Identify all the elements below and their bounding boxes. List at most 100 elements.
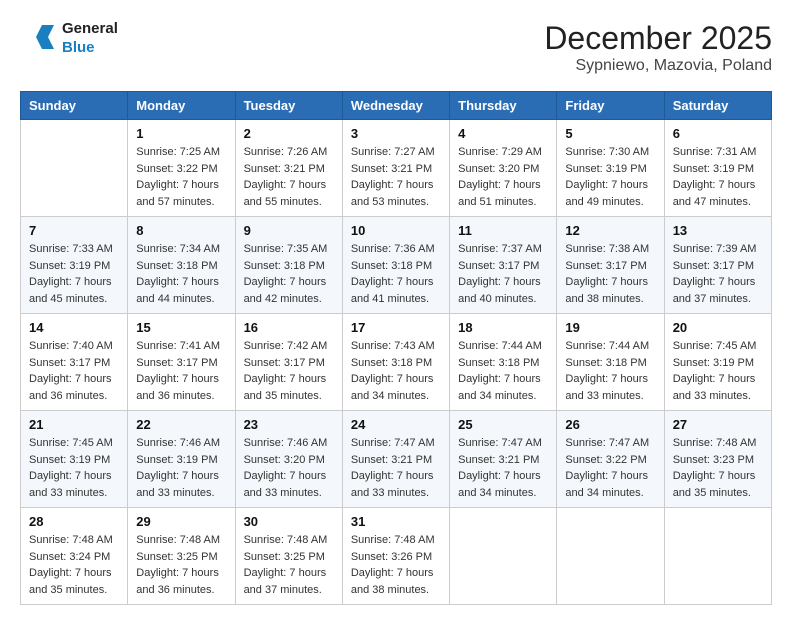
calendar-cell: 26 Sunrise: 7:47 AMSunset: 3:22 PMDayligh… [557,411,664,508]
day-info: Sunrise: 7:48 AMSunset: 3:24 PMDaylight:… [29,532,119,598]
day-number: 3 [351,126,441,141]
day-number: 22 [136,417,226,432]
day-number: 31 [351,514,441,529]
logo: GeneralBlue [20,20,118,58]
day-number: 20 [673,320,763,335]
day-number: 13 [673,223,763,238]
day-number: 7 [29,223,119,238]
day-info: Sunrise: 7:48 AMSunset: 3:25 PMDaylight:… [244,532,334,598]
day-info: Sunrise: 7:44 AMSunset: 3:18 PMDaylight:… [565,338,655,404]
calendar-cell: 7 Sunrise: 7:33 AMSunset: 3:19 PMDaylight… [21,217,128,314]
month-title: December 2025 [544,20,772,57]
calendar-cell: 16 Sunrise: 7:42 AMSunset: 3:17 PMDayligh… [235,314,342,411]
calendar-week-row: 28 Sunrise: 7:48 AMSunset: 3:24 PMDayligh… [21,508,772,605]
calendar-cell: 2 Sunrise: 7:26 AMSunset: 3:21 PMDaylight… [235,120,342,217]
weekday-header-monday: Monday [128,92,235,120]
weekday-header-friday: Friday [557,92,664,120]
day-number: 18 [458,320,548,335]
day-info: Sunrise: 7:34 AMSunset: 3:18 PMDaylight:… [136,241,226,307]
day-info: Sunrise: 7:48 AMSunset: 3:23 PMDaylight:… [673,435,763,501]
day-info: Sunrise: 7:44 AMSunset: 3:18 PMDaylight:… [458,338,548,404]
day-info: Sunrise: 7:46 AMSunset: 3:20 PMDaylight:… [244,435,334,501]
calendar-cell: 17Sunrise: 7:43 AMSunset: 3:18 PMDayligh… [342,314,449,411]
day-info: Sunrise: 7:40 AMSunset: 3:17 PMDaylight:… [29,338,119,404]
weekday-header-sunday: Sunday [21,92,128,120]
calendar-cell: 31 Sunrise: 7:48 AMSunset: 3:26 PMDayligh… [342,508,449,605]
day-info: Sunrise: 7:36 AMSunset: 3:18 PMDaylight:… [351,241,441,307]
weekday-header-wednesday: Wednesday [342,92,449,120]
day-number: 25 [458,417,548,432]
day-number: 4 [458,126,548,141]
calendar-cell: 15 Sunrise: 7:41 AMSunset: 3:17 PMDayligh… [128,314,235,411]
calendar-week-row: 21 Sunrise: 7:45 AMSunset: 3:19 PMDayligh… [21,411,772,508]
calendar-week-row: 7 Sunrise: 7:33 AMSunset: 3:19 PMDaylight… [21,217,772,314]
calendar-cell: 23 Sunrise: 7:46 AMSunset: 3:20 PMDayligh… [235,411,342,508]
calendar-cell: 4 Sunrise: 7:29 AMSunset: 3:20 PMDaylight… [450,120,557,217]
weekday-header-tuesday: Tuesday [235,92,342,120]
day-info: Sunrise: 7:27 AMSunset: 3:21 PMDaylight:… [351,144,441,210]
calendar-cell: 21 Sunrise: 7:45 AMSunset: 3:19 PMDayligh… [21,411,128,508]
calendar-cell: 22 Sunrise: 7:46 AMSunset: 3:19 PMDayligh… [128,411,235,508]
calendar-cell: 14Sunrise: 7:40 AMSunset: 3:17 PMDayligh… [21,314,128,411]
weekday-header-saturday: Saturday [664,92,771,120]
calendar-cell: 12Sunrise: 7:38 AMSunset: 3:17 PMDayligh… [557,217,664,314]
day-number: 29 [136,514,226,529]
day-info: Sunrise: 7:29 AMSunset: 3:20 PMDaylight:… [458,144,548,210]
day-info: Sunrise: 7:45 AMSunset: 3:19 PMDaylight:… [673,338,763,404]
day-info: Sunrise: 7:45 AMSunset: 3:19 PMDaylight:… [29,435,119,501]
calendar-cell [450,508,557,605]
calendar-week-row: 14Sunrise: 7:40 AMSunset: 3:17 PMDayligh… [21,314,772,411]
calendar-cell: 13 Sunrise: 7:39 AMSunset: 3:17 PMDayligh… [664,217,771,314]
calendar-cell: 24 Sunrise: 7:47 AMSunset: 3:21 PMDayligh… [342,411,449,508]
weekday-header-row: SundayMondayTuesdayWednesdayThursdayFrid… [21,92,772,120]
calendar-cell: 20 Sunrise: 7:45 AMSunset: 3:19 PMDayligh… [664,314,771,411]
day-info: Sunrise: 7:30 AMSunset: 3:19 PMDaylight:… [565,144,655,210]
day-number: 1 [136,126,226,141]
day-info: Sunrise: 7:37 AMSunset: 3:17 PMDaylight:… [458,241,548,307]
day-info: Sunrise: 7:47 AMSunset: 3:22 PMDaylight:… [565,435,655,501]
day-info: Sunrise: 7:39 AMSunset: 3:17 PMDaylight:… [673,241,763,307]
day-info: Sunrise: 7:26 AMSunset: 3:21 PMDaylight:… [244,144,334,210]
day-number: 28 [29,514,119,529]
day-number: 23 [244,417,334,432]
day-info: Sunrise: 7:42 AMSunset: 3:17 PMDaylight:… [244,338,334,404]
calendar-cell: 10Sunrise: 7:36 AMSunset: 3:18 PMDayligh… [342,217,449,314]
day-number: 17 [351,320,441,335]
day-info: Sunrise: 7:47 AMSunset: 3:21 PMDaylight:… [458,435,548,501]
calendar-cell: 8Sunrise: 7:34 AMSunset: 3:18 PMDaylight… [128,217,235,314]
calendar-cell: 28 Sunrise: 7:48 AMSunset: 3:24 PMDayligh… [21,508,128,605]
calendar-cell: 6Sunrise: 7:31 AMSunset: 3:19 PMDaylight… [664,120,771,217]
page-header: GeneralBlue December 2025 Sypniewo, Mazo… [20,20,772,75]
day-info: Sunrise: 7:41 AMSunset: 3:17 PMDaylight:… [136,338,226,404]
calendar-cell: 25 Sunrise: 7:47 AMSunset: 3:21 PMDayligh… [450,411,557,508]
calendar-cell: 5Sunrise: 7:30 AMSunset: 3:19 PMDaylight… [557,120,664,217]
calendar-cell [21,120,128,217]
calendar-cell: 9Sunrise: 7:35 AMSunset: 3:18 PMDaylight… [235,217,342,314]
day-info: Sunrise: 7:33 AMSunset: 3:19 PMDaylight:… [29,241,119,307]
day-number: 26 [565,417,655,432]
day-number: 24 [351,417,441,432]
day-number: 19 [565,320,655,335]
day-info: Sunrise: 7:25 AMSunset: 3:22 PMDaylight:… [136,144,226,210]
calendar-table: SundayMondayTuesdayWednesdayThursdayFrid… [20,91,772,605]
calendar-cell: 11Sunrise: 7:37 AMSunset: 3:17 PMDayligh… [450,217,557,314]
day-info: Sunrise: 7:31 AMSunset: 3:19 PMDaylight:… [673,144,763,210]
calendar-cell: 18 Sunrise: 7:44 AMSunset: 3:18 PMDayligh… [450,314,557,411]
day-number: 21 [29,417,119,432]
logo-general: General [62,20,118,39]
day-info: Sunrise: 7:47 AMSunset: 3:21 PMDaylight:… [351,435,441,501]
weekday-header-thursday: Thursday [450,92,557,120]
day-number: 27 [673,417,763,432]
day-number: 30 [244,514,334,529]
calendar-cell: 27 Sunrise: 7:48 AMSunset: 3:23 PMDayligh… [664,411,771,508]
day-number: 15 [136,320,226,335]
day-info: Sunrise: 7:46 AMSunset: 3:19 PMDaylight:… [136,435,226,501]
day-info: Sunrise: 7:48 AMSunset: 3:25 PMDaylight:… [136,532,226,598]
logo-blue: Blue [62,39,118,58]
calendar-cell: 19 Sunrise: 7:44 AMSunset: 3:18 PMDayligh… [557,314,664,411]
day-number: 2 [244,126,334,141]
calendar-cell [664,508,771,605]
calendar-week-row: 1 Sunrise: 7:25 AMSunset: 3:22 PMDaylight… [21,120,772,217]
day-number: 16 [244,320,334,335]
day-info: Sunrise: 7:48 AMSunset: 3:26 PMDaylight:… [351,532,441,598]
